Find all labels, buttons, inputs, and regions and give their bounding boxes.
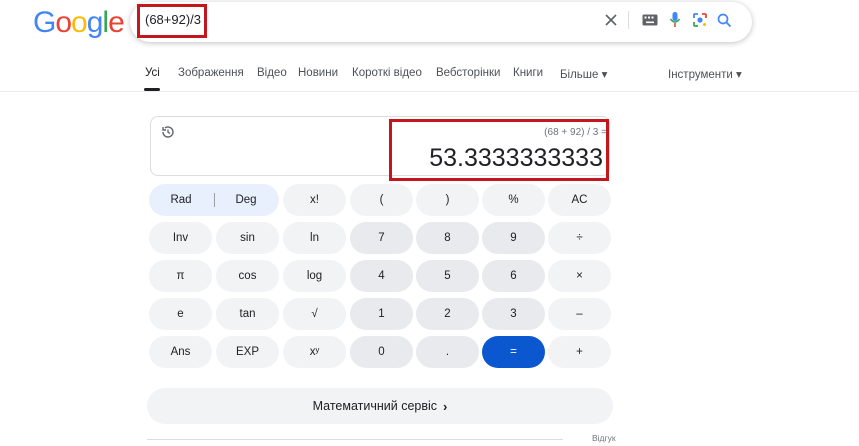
- sqrt-button[interactable]: √: [283, 298, 346, 330]
- divide-button[interactable]: ÷: [548, 222, 611, 254]
- digit-4-button[interactable]: 4: [350, 260, 413, 292]
- tab-video[interactable]: Відео: [257, 67, 287, 79]
- power-button[interactable]: xʸ: [283, 336, 346, 368]
- digit-3-button[interactable]: 3: [482, 298, 545, 330]
- tan-button[interactable]: tan: [216, 298, 279, 330]
- tab-all[interactable]: Усі: [145, 67, 160, 79]
- digit-0-button[interactable]: 0: [350, 336, 413, 368]
- close-paren-button[interactable]: ): [416, 184, 479, 216]
- rad-button[interactable]: Rad: [156, 184, 206, 216]
- inverse-button[interactable]: Inv: [149, 222, 212, 254]
- logo-letter: G: [33, 6, 56, 39]
- plus-button[interactable]: +: [548, 336, 611, 368]
- feedback-link[interactable]: Відгук: [592, 433, 616, 443]
- digit-1-button[interactable]: 1: [350, 298, 413, 330]
- cos-button[interactable]: cos: [216, 260, 279, 292]
- logo-letter: e: [108, 6, 125, 39]
- multiply-button[interactable]: ×: [548, 260, 611, 292]
- all-clear-button[interactable]: AC: [548, 184, 611, 216]
- search-box-divider: [628, 11, 629, 29]
- tab-short-videos[interactable]: Короткі відео: [352, 67, 422, 79]
- tab-news[interactable]: Новини: [298, 67, 338, 79]
- deg-button[interactable]: Deg: [220, 184, 272, 216]
- open-paren-button[interactable]: (: [350, 184, 413, 216]
- keyboard-icon[interactable]: [640, 10, 660, 30]
- math-service-label: Математичний сервіс: [312, 399, 438, 413]
- tools-menu[interactable]: Інструменти ▾: [668, 67, 742, 81]
- chevron-right-icon: ›: [443, 398, 448, 414]
- e-button[interactable]: e: [149, 298, 212, 330]
- calculator-expression: (68 + 92) / 3 =: [544, 127, 607, 138]
- digit-7-button[interactable]: 7: [350, 222, 413, 254]
- search-icon[interactable]: [714, 10, 734, 30]
- lens-icon[interactable]: [690, 10, 710, 30]
- logo-letter: o: [55, 6, 72, 39]
- tab-images[interactable]: Зображення: [178, 67, 244, 79]
- logo-letter: g: [86, 6, 104, 39]
- factorial-button[interactable]: x!: [283, 184, 346, 216]
- digit-5-button[interactable]: 5: [416, 260, 479, 292]
- clear-icon[interactable]: [601, 10, 621, 30]
- logo-letter: o: [71, 6, 88, 39]
- microphone-icon[interactable]: [665, 10, 685, 30]
- google-logo[interactable]: Google: [33, 6, 125, 40]
- math-service-button[interactable]: Математичний сервіс ›: [147, 388, 613, 424]
- search-input[interactable]: (68+92)/3: [145, 12, 201, 27]
- exp-button[interactable]: EXP: [216, 336, 279, 368]
- bottom-divider: [147, 439, 563, 440]
- digit-9-button[interactable]: 9: [482, 222, 545, 254]
- equals-button[interactable]: =: [482, 336, 545, 368]
- tab-web[interactable]: Вебсторінки: [436, 67, 500, 79]
- decimal-point-button[interactable]: .: [416, 336, 479, 368]
- ln-button[interactable]: ln: [283, 222, 346, 254]
- pi-button[interactable]: π: [149, 260, 212, 292]
- percent-button[interactable]: %: [482, 184, 545, 216]
- tab-more[interactable]: Більше ▾: [560, 67, 607, 81]
- tab-books[interactable]: Книги: [513, 67, 543, 79]
- digit-2-button[interactable]: 2: [416, 298, 479, 330]
- history-icon[interactable]: [160, 124, 176, 140]
- log-button[interactable]: log: [283, 260, 346, 292]
- sin-button[interactable]: sin: [216, 222, 279, 254]
- digit-8-button[interactable]: 8: [416, 222, 479, 254]
- digit-6-button[interactable]: 6: [482, 260, 545, 292]
- ans-button[interactable]: Ans: [149, 336, 212, 368]
- rad-deg-separator: [214, 193, 215, 207]
- tabs-divider: [0, 91, 859, 92]
- calculator-result: 53.3333333333: [429, 144, 603, 172]
- minus-button[interactable]: –: [548, 298, 611, 330]
